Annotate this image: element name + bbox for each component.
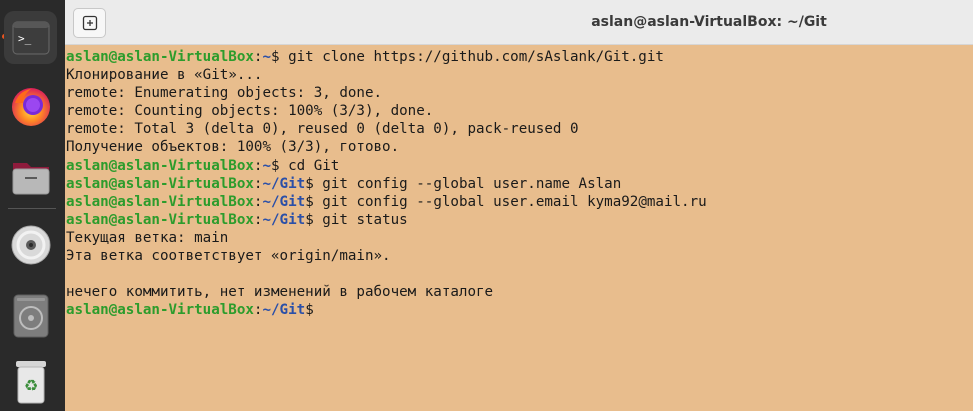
prompt-symbol: $	[305, 175, 314, 192]
prompt-path: ~/Git	[262, 211, 306, 228]
prompt-user-host: aslan@aslan-VirtualBox	[66, 157, 254, 174]
output-line: remote: Enumerating objects: 3, done.	[66, 85, 383, 102]
output-line: Получение объектов: 100% (3/3), готово.	[66, 139, 400, 156]
prompt-line: aslan@aslan-VirtualBox:~/Git$ git config…	[66, 175, 973, 193]
prompt-line: aslan@aslan-VirtualBox:~/Git$ git config…	[66, 193, 973, 211]
dock: >_ ♻	[0, 0, 65, 411]
svg-text:>_: >_	[18, 32, 32, 45]
trash-icon: ♻	[15, 360, 46, 403]
command-text: git config --global user.email kyma92@ma…	[313, 193, 707, 210]
terminal-output[interactable]: aslan@aslan-VirtualBox:~$ git clone http…	[65, 45, 973, 411]
prompt-user-host: aslan@aslan-VirtualBox	[66, 211, 254, 228]
firefox-icon	[11, 87, 50, 126]
prompt-symbol: $	[305, 193, 314, 210]
prompt-symbol: $	[305, 211, 314, 228]
prompt-symbol: $	[271, 49, 280, 65]
title-bar: aslan@aslan-VirtualBox: ~/Git	[65, 0, 973, 45]
prompt-path: ~/Git	[262, 193, 306, 210]
dock-disc[interactable]	[4, 218, 57, 271]
output-line: Текущая ветка: main	[66, 229, 229, 246]
output-line: remote: Counting objects: 100% (3/3), do…	[66, 103, 434, 120]
output-line: нечего коммитить, нет изменений в рабоче…	[66, 284, 494, 301]
disc-icon	[11, 225, 50, 264]
prompt-line: aslan@aslan-VirtualBox:~$ git clone http…	[66, 48, 973, 66]
prompt-path: ~/Git	[262, 175, 306, 192]
files-icon	[12, 162, 49, 194]
svg-text:♻: ♻	[23, 376, 37, 395]
prompt-user-host: aslan@aslan-VirtualBox	[66, 302, 254, 319]
dock-terminal[interactable]: >_	[4, 11, 57, 64]
output-line: Клонирование в «Git»...	[66, 67, 263, 84]
command-text: cd Git	[279, 157, 340, 174]
dock-disc-drive[interactable]	[4, 289, 57, 342]
prompt-user-host: aslan@aslan-VirtualBox	[66, 193, 254, 210]
output-line: Эта ветка соответствует «origin/main».	[66, 248, 391, 265]
command-text: git clone https://github.com/sAslank/Git…	[279, 49, 664, 65]
dock-firefox[interactable]	[4, 80, 57, 133]
terminal-icon: >_	[12, 21, 49, 54]
prompt-line: aslan@aslan-VirtualBox:~/Git$ git status	[66, 211, 973, 229]
prompt-symbol: $	[271, 157, 280, 174]
prompt-symbol: $	[305, 302, 314, 319]
disc-drive-icon	[13, 294, 48, 337]
prompt-line: aslan@aslan-VirtualBox:~/Git$	[66, 301, 973, 319]
prompt-path: ~/Git	[262, 302, 306, 319]
window-title: aslan@aslan-VirtualBox: ~/Git	[591, 14, 827, 30]
dock-separator	[8, 208, 56, 209]
output-line: remote: Total 3 (delta 0), reused 0 (del…	[66, 121, 579, 138]
prompt-line: aslan@aslan-VirtualBox:~$ cd Git	[66, 157, 973, 175]
prompt-path: ~	[262, 157, 272, 174]
prompt-user-host: aslan@aslan-VirtualBox	[66, 175, 254, 192]
command-text: git config --global user.name Aslan	[313, 175, 622, 192]
command-text: git status	[313, 211, 408, 228]
prompt-path: ~	[262, 49, 272, 65]
prompt-user-host: aslan@aslan-VirtualBox	[66, 49, 254, 65]
dock-trash[interactable]: ♻	[4, 355, 57, 408]
dock-files[interactable]	[4, 148, 57, 201]
